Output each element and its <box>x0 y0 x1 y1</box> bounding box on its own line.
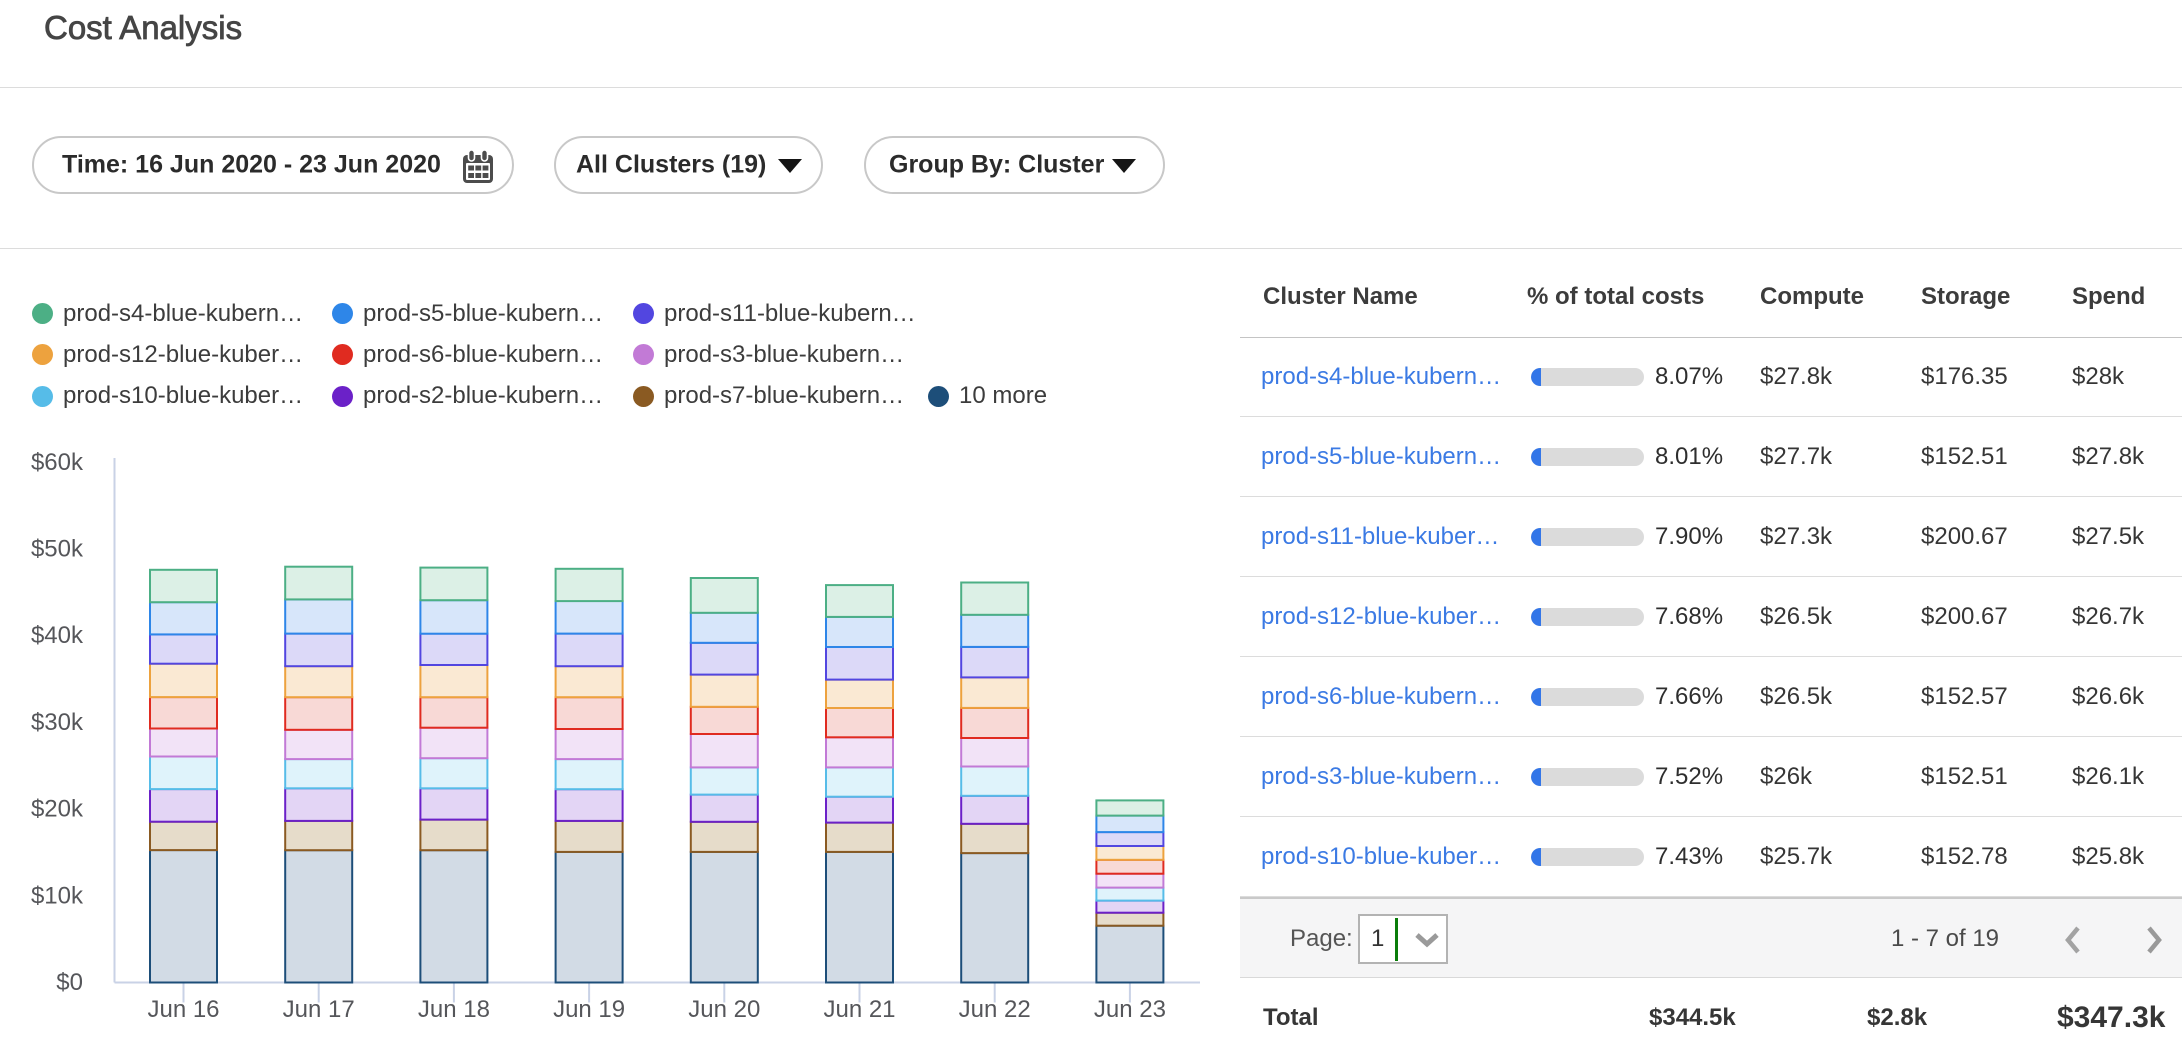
svg-text:Jun 22: Jun 22 <box>959 996 1031 1023</box>
svg-text:Jun 18: Jun 18 <box>418 996 490 1023</box>
svg-text:Jun 20: Jun 20 <box>688 996 760 1023</box>
svg-text:Jun 16: Jun 16 <box>147 996 219 1023</box>
svg-text:$50k: $50k <box>31 536 84 563</box>
svg-text:Jun 17: Jun 17 <box>283 996 355 1023</box>
svg-text:Jun 23: Jun 23 <box>1094 996 1166 1023</box>
svg-text:$60k: $60k <box>31 449 84 476</box>
svg-text:$10k: $10k <box>31 882 84 909</box>
svg-text:$30k: $30k <box>31 709 84 736</box>
svg-text:Jun 19: Jun 19 <box>553 996 625 1023</box>
svg-text:$40k: $40k <box>31 622 84 649</box>
svg-text:$0: $0 <box>56 969 83 996</box>
svg-text:Jun 21: Jun 21 <box>823 996 895 1023</box>
svg-text:$20k: $20k <box>31 796 84 823</box>
